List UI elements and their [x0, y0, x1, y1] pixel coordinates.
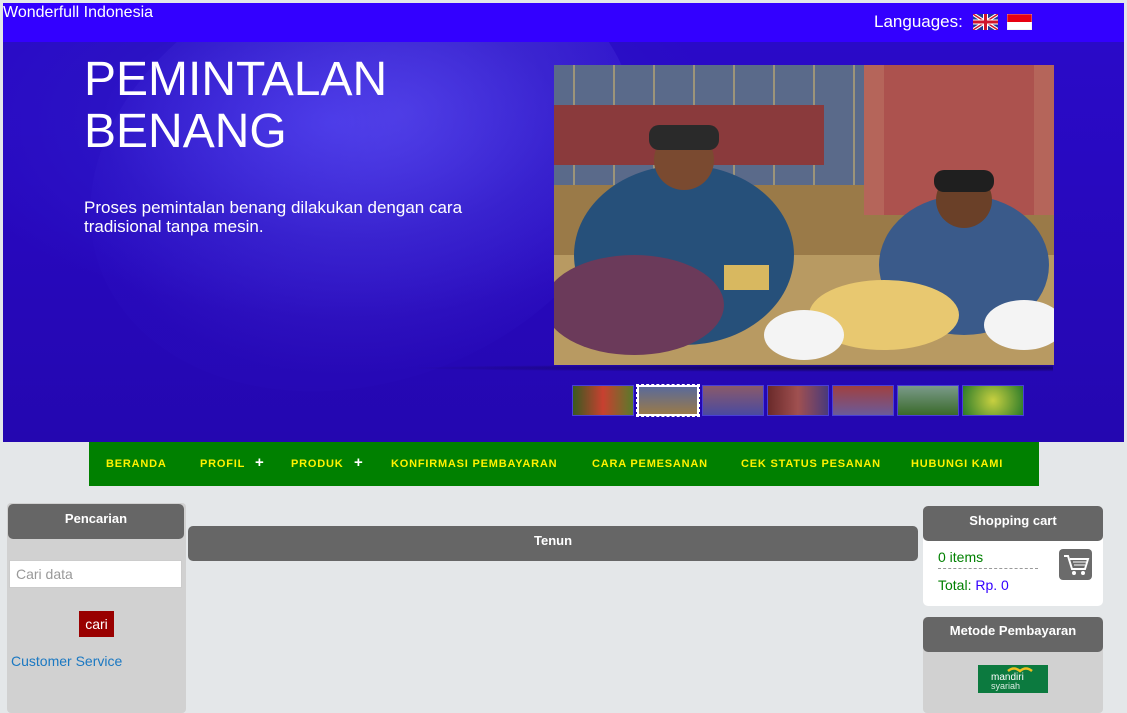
cart-item-count[interactable]: 0 items — [938, 549, 983, 565]
nav-item-beranda[interactable]: BERANDA — [106, 458, 167, 470]
search-input[interactable] — [9, 560, 182, 588]
shopping-cart-icon[interactable] — [1059, 549, 1092, 580]
search-button[interactable]: cari — [79, 611, 114, 637]
top-bar: Wonderfull Indonesia Languages: — [3, 3, 1124, 42]
slide-thumbnail[interactable] — [572, 385, 634, 416]
slide-thumbnail[interactable] — [962, 385, 1024, 416]
shopping-cart: Shopping cart 0 items Total: Rp. 0 — [923, 506, 1103, 606]
indonesia-flag-icon[interactable] — [1006, 14, 1032, 30]
hero-slideshow: PEMINTALAN BENANG Proses pemintalan bena… — [3, 42, 1124, 442]
produk-expand-icon[interactable]: + — [354, 454, 363, 471]
slide-thumbnail-active[interactable] — [636, 384, 700, 417]
site-name: Wonderfull Indonesia — [3, 4, 154, 21]
main-nav: BERANDA PROFIL + PRODUK + KONFIRMASI PEM… — [89, 442, 1039, 486]
slide-description: Proses pemintalan benang dilakukan denga… — [84, 198, 463, 236]
cart-total: Total: Rp. 0 — [938, 577, 1009, 593]
cart-divider — [938, 568, 1038, 569]
profil-expand-icon[interactable]: + — [255, 454, 264, 471]
cart-total-value: Rp. 0 — [975, 577, 1009, 593]
nav-item-produk[interactable]: PRODUK — [291, 458, 343, 470]
bank-subname: syariah — [991, 681, 1021, 691]
languages-label: Languages: — [874, 12, 963, 31]
slide-thumbnail[interactable] — [767, 385, 829, 416]
nav-item-cek-status-pesanan[interactable]: CEK STATUS PESANAN — [741, 458, 881, 470]
cart-title: Shopping cart — [923, 506, 1103, 541]
slide-title: PEMINTALAN BENANG — [84, 53, 388, 158]
slide-thumbnail[interactable] — [897, 385, 959, 416]
section-title: Tenun — [188, 526, 918, 561]
uk-flag-icon[interactable] — [972, 14, 998, 30]
nav-item-hubungi-kami[interactable]: HUBUNGI KAMI — [911, 458, 1003, 470]
cart-total-label: Total: — [938, 577, 972, 593]
slide-thumbnail[interactable] — [702, 385, 764, 416]
nav-item-profil[interactable]: PROFIL — [200, 458, 245, 470]
search-sidebar: Pencarian cari Customer Service — [7, 503, 186, 713]
nav-item-cara-pemesanan[interactable]: CARA PEMESANAN — [592, 458, 708, 470]
bank-mandiri-syariah-logo: mandiri syariah — [978, 665, 1048, 693]
language-selector: Languages: — [874, 12, 1032, 32]
slide-shadow — [403, 364, 1053, 372]
payment-title: Metode Pembayaran — [923, 617, 1103, 652]
slide-photo[interactable] — [554, 65, 1054, 365]
nav-item-konfirmasi-pembayaran[interactable]: KONFIRMASI PEMBAYARAN — [391, 458, 557, 470]
slide-thumbnails — [572, 384, 1024, 417]
customer-service-link[interactable]: Customer Service — [11, 653, 122, 669]
slide-thumbnail[interactable] — [832, 385, 894, 416]
payment-methods: Metode Pembayaran mandiri syariah — [923, 617, 1103, 713]
search-panel-title: Pencarian — [8, 504, 184, 539]
